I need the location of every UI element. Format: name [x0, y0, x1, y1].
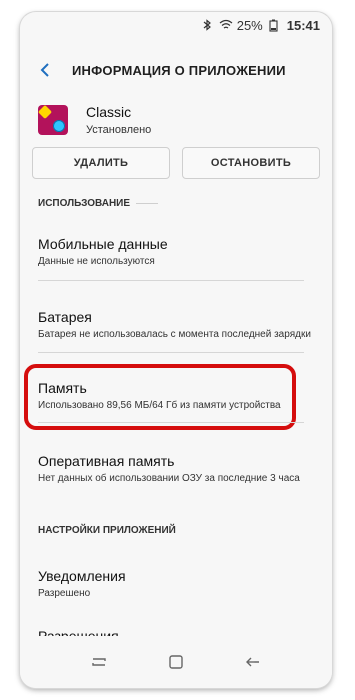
home-icon[interactable] — [164, 650, 188, 674]
recent-apps-icon[interactable] — [87, 650, 111, 674]
section-app-settings: НАСТРОЙКИ ПРИЛОЖЕНИЙ — [38, 525, 176, 536]
divider — [38, 422, 304, 423]
app-name: Classic — [86, 104, 132, 120]
app-bar: ИНФОРМАЦИЯ О ПРИЛОЖЕНИИ — [20, 48, 332, 92]
section-usage: ИСПОЛЬЗОВАНИЕ — [38, 198, 159, 209]
item-subtitle: Использовано 89,56 МБ/64 Гб из памяти ус… — [38, 400, 281, 411]
uninstall-button[interactable]: УДАЛИТЬ — [32, 147, 170, 179]
app-info: Classic Установлено — [38, 95, 314, 145]
back-icon[interactable] — [241, 650, 265, 674]
battery-icon — [269, 19, 281, 32]
item-title: Мобильные данные — [38, 236, 168, 252]
status-time: 15:41 — [286, 17, 320, 33]
item-title: Память — [38, 380, 87, 396]
bluetooth-icon — [201, 19, 213, 31]
divider — [38, 280, 304, 281]
section-usage-label: ИСПОЛЬЗОВАНИЕ — [38, 198, 131, 209]
divider — [38, 352, 304, 353]
item-subtitle: Нет данных об использовании ОЗУ за после… — [38, 473, 300, 484]
battery-percent: 25% — [236, 17, 263, 33]
force-stop-button[interactable]: ОСТАНОВИТЬ — [182, 147, 320, 179]
list-item-ram[interactable]: Оперативная память Нет данных об использ… — [38, 453, 314, 484]
list-item-battery[interactable]: Батарея Батарея не использовалась с моме… — [38, 309, 314, 353]
wifi-icon — [219, 19, 233, 31]
page-title: ИНФОРМАЦИЯ О ПРИЛОЖЕНИИ — [72, 62, 286, 78]
list-item-notifications[interactable]: Уведомления Разрешено — [38, 568, 314, 599]
list-item-mobile-data[interactable]: Мобильные данные Данные не используются — [38, 236, 314, 281]
item-subtitle: Батарея не использовалась с момента посл… — [38, 329, 311, 340]
item-title: Оперативная память — [38, 453, 175, 469]
app-icon — [38, 105, 68, 135]
nav-bar — [20, 636, 332, 688]
status-bar: 25% 15:41 — [20, 12, 332, 38]
section-app-settings-label: НАСТРОЙКИ ПРИЛОЖЕНИЙ — [38, 525, 176, 536]
item-subtitle: Данные не используются — [38, 256, 155, 267]
list-item-storage[interactable]: Память Использовано 89,56 МБ/64 Гб из па… — [38, 380, 314, 423]
action-buttons: УДАЛИТЬ ОСТАНОВИТЬ — [32, 147, 320, 179]
item-title: Уведомления — [38, 568, 126, 584]
item-title: Батарея — [38, 309, 92, 325]
back-arrow-icon[interactable] — [26, 51, 64, 89]
phone-frame: 25% 15:41 ИНФОРМАЦИЯ О ПРИЛОЖЕНИИ Classi… — [20, 12, 332, 688]
item-subtitle: Разрешено — [38, 588, 91, 599]
app-status: Установлено — [86, 124, 152, 136]
